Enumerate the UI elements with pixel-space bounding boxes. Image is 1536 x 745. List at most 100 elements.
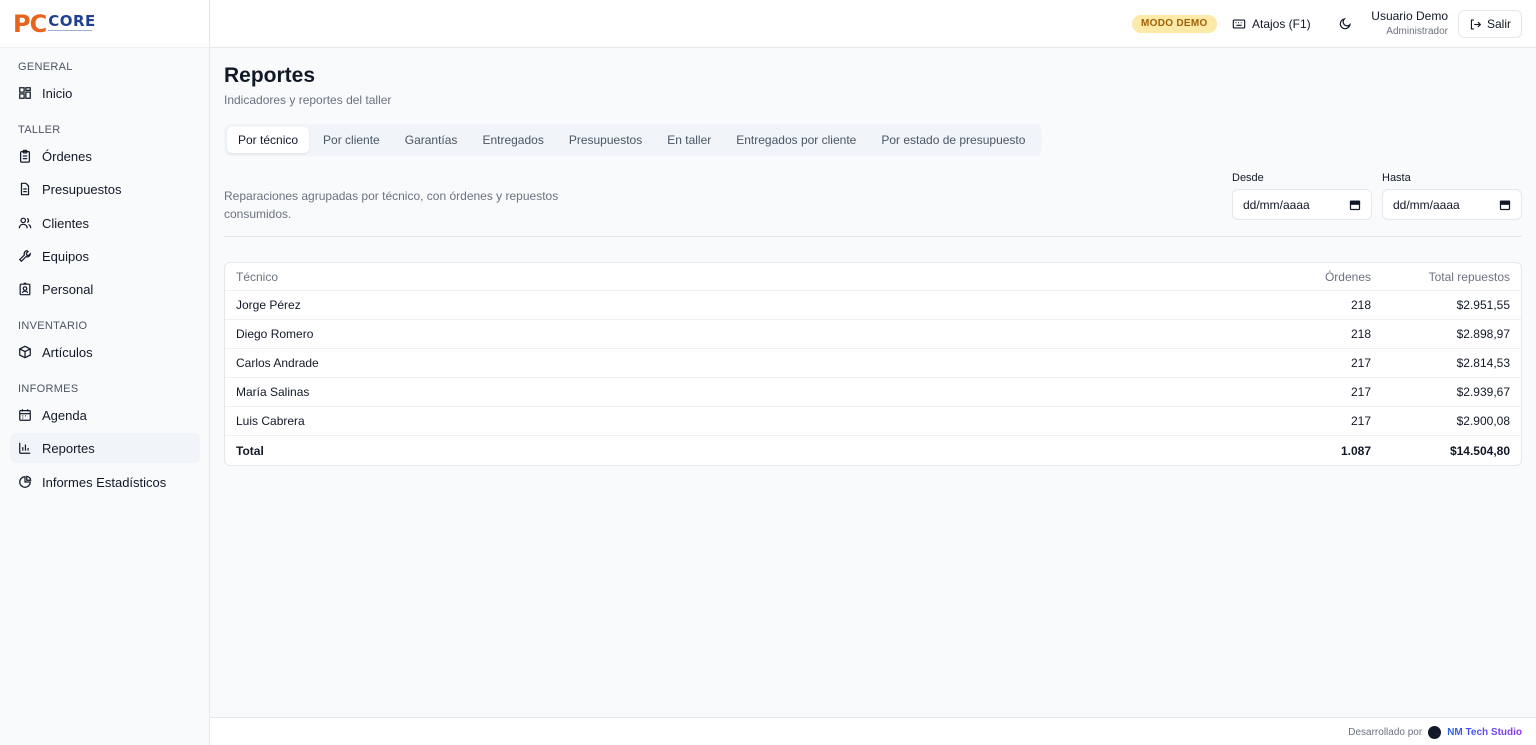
logout-label: Salir (1486, 17, 1511, 31)
column-header-ordenes[interactable]: Órdenes (1231, 270, 1381, 284)
table-row[interactable]: María Salinas 217 $2.939,67 (225, 378, 1521, 407)
sidebar-item-label: Inicio (42, 85, 73, 101)
date-from-field: Desde dd/mm/aaaa (1232, 172, 1372, 220)
moon-icon (1339, 17, 1351, 29)
user-name: Usuario Demo (1371, 9, 1448, 23)
user-info: Usuario Demo Administrador (1371, 9, 1448, 39)
app-logo[interactable]: PC CORE (0, 0, 209, 48)
sidebar-item-personal[interactable]: Personal (10, 274, 200, 304)
table-header-row: Técnico Órdenes Total repuestos (225, 263, 1521, 291)
date-to-field: Hasta dd/mm/aaaa (1382, 172, 1522, 220)
tab-entregados[interactable]: Entregados (471, 127, 554, 153)
sidebar-item-equipos[interactable]: Equipos (10, 241, 200, 271)
column-header-total-repuestos[interactable]: Total repuestos (1381, 270, 1521, 284)
nav-section-general: GENERAL (18, 61, 73, 73)
nav-section-taller: TALLER (18, 124, 61, 136)
table-total-row: Total 1.087 $14.504,80 (225, 436, 1521, 465)
cell-ordenes: 217 (1350, 414, 1371, 428)
sidebar-item-label: Órdenes (42, 148, 92, 164)
developed-by-text: Desarrollado por (1348, 727, 1423, 738)
cell-tecnico: Luis Cabrera (236, 414, 305, 428)
date-to-label: Hasta (1382, 172, 1411, 184)
theme-toggle-button[interactable] (1336, 14, 1354, 32)
sidebar-item-informes-estadisticos[interactable]: Informes Estadísticos (10, 467, 200, 497)
sidebar-item-clientes[interactable]: Clientes (10, 208, 200, 238)
sidebar-item-label: Presupuestos (42, 181, 122, 197)
sidebar-item-articulos[interactable]: Artículos (10, 337, 200, 367)
sidebar-item-presupuestos[interactable]: Presupuestos (10, 174, 200, 204)
tab-por-tecnico[interactable]: Por técnico (227, 127, 310, 153)
cell-tecnico: Diego Romero (236, 327, 314, 341)
main-content: Reportes Indicadores y reportes del tall… (210, 48, 1536, 717)
calendar-icon (19, 409, 31, 421)
table-row[interactable]: Carlos Andrade 217 $2.814,53 (225, 349, 1521, 378)
sidebar-item-label: Informes Estadísticos (42, 474, 167, 490)
sidebar-item-label: Equipos (42, 248, 89, 264)
date-from-input[interactable]: dd/mm/aaaa (1232, 189, 1372, 220)
cell-total-label: Total (236, 443, 264, 458)
cell-ordenes: 217 (1350, 385, 1371, 399)
tab-en-taller[interactable]: En taller (656, 127, 722, 153)
column-header-tecnico[interactable]: Técnico (225, 270, 1231, 284)
tab-garantias[interactable]: Garantías (394, 127, 469, 153)
date-to-placeholder: dd/mm/aaaa (1393, 197, 1460, 212)
box-icon (19, 345, 31, 359)
logout-button[interactable]: Salir (1458, 10, 1522, 38)
cell-total-repuestos-sum: $14.504,80 (1449, 443, 1510, 458)
id-badge-icon (19, 282, 31, 296)
clipboard-icon (20, 149, 30, 163)
sidebar-item-agenda[interactable]: Agenda (10, 400, 200, 430)
document-icon (20, 182, 30, 196)
technician-report-table: Técnico Órdenes Total repuestos Jorge Pé… (224, 262, 1522, 466)
page-footer: Desarrollado por NM Tech Studio (210, 717, 1536, 745)
keyboard-icon (1232, 19, 1246, 29)
sidebar-item-ordenes[interactable]: Órdenes (10, 141, 200, 171)
cell-tecnico: Jorge Pérez (236, 298, 301, 312)
sidebar-item-label: Agenda (42, 407, 87, 423)
shortcuts-button[interactable]: Atajos (F1) (1232, 14, 1311, 34)
top-header: MODO DEMO Atajos (F1) Usuario Demo Admin… (210, 0, 1536, 48)
date-from-placeholder: dd/mm/aaaa (1243, 197, 1310, 212)
sidebar-item-label: Reportes (42, 440, 95, 456)
nav-section-informes: INFORMES (18, 383, 79, 395)
tab-por-estado-de-presupuesto[interactable]: Por estado de presupuesto (870, 127, 1036, 153)
page-title: Reportes (224, 64, 316, 87)
report-description: Reparaciones agrupadas por técnico, con … (224, 189, 559, 221)
nm-tech-logo-icon (1428, 726, 1442, 739)
cell-tecnico: María Salinas (236, 385, 310, 399)
logo-core-text: CORE (48, 12, 96, 30)
tab-presupuestos[interactable]: Presupuestos (558, 127, 653, 153)
pie-chart-icon (19, 475, 32, 488)
cell-tecnico: Carlos Andrade (236, 356, 319, 370)
shortcuts-label: Atajos (F1) (1252, 17, 1311, 31)
nm-tech-studio-link[interactable]: NM Tech Studio (1447, 727, 1522, 738)
table-row[interactable]: Diego Romero 218 $2.898,97 (225, 320, 1521, 349)
sidebar: PC CORE GENERAL Inicio TALLER Órdenes Pr… (0, 0, 210, 745)
table-row[interactable]: Luis Cabrera 217 $2.900,08 (225, 407, 1521, 436)
cell-total-repuestos: $2.898,97 (1456, 327, 1510, 341)
date-from-label: Desde (1232, 172, 1264, 184)
tab-entregados-por-cliente[interactable]: Entregados por cliente (725, 127, 867, 153)
cell-total-ordenes: 1.087 (1340, 443, 1371, 458)
calendar-icon (1349, 200, 1361, 210)
logo-pc-text: PC (13, 9, 47, 38)
grid-icon (19, 87, 31, 99)
bar-chart-icon (19, 442, 31, 454)
sidebar-item-label: Artículos (42, 344, 93, 360)
cell-total-repuestos: $2.951,55 (1456, 298, 1510, 312)
cell-ordenes: 218 (1350, 327, 1371, 341)
demo-mode-badge: MODO DEMO (1132, 15, 1217, 33)
report-tabs: Por técnico Por cliente Garantías Entreg… (224, 124, 1043, 156)
cell-ordenes: 217 (1350, 356, 1371, 370)
nav-section-inventario: INVENTARIO (18, 320, 88, 332)
cell-total-repuestos: $2.939,67 (1456, 385, 1510, 399)
cell-ordenes: 218 (1350, 298, 1371, 312)
tab-por-cliente[interactable]: Por cliente (312, 127, 391, 153)
wrench-icon (18, 250, 31, 263)
logout-icon (1470, 18, 1482, 30)
sidebar-item-reportes[interactable]: Reportes (10, 433, 200, 463)
table-row[interactable]: Jorge Pérez 218 $2.951,55 (225, 291, 1521, 320)
sidebar-item-inicio[interactable]: Inicio (10, 78, 200, 108)
section-divider (224, 236, 1522, 237)
date-to-input[interactable]: dd/mm/aaaa (1382, 189, 1522, 220)
